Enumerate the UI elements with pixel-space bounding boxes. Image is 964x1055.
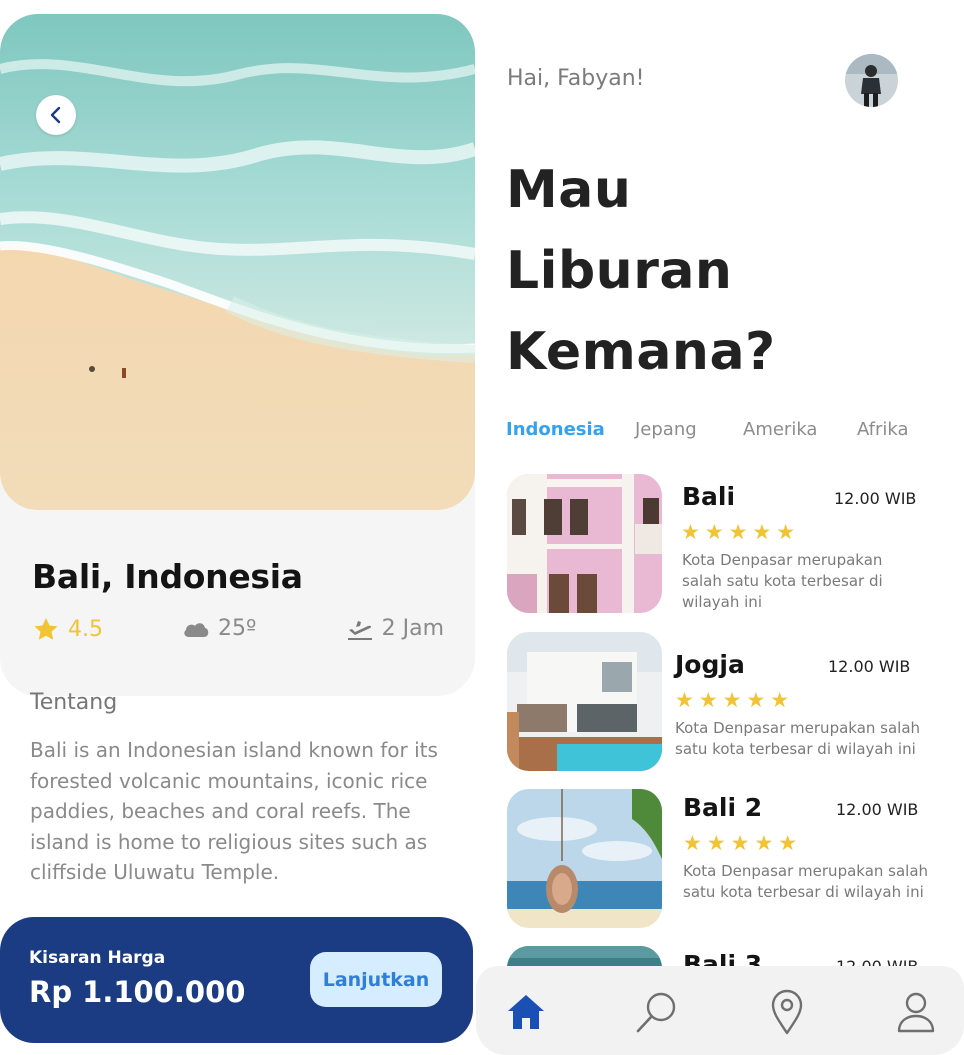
destination-name: Bali 2 (683, 793, 763, 822)
nav-location[interactable] (763, 988, 811, 1036)
country-tabs: Indonesia Jepang Amerika Afrika (506, 419, 926, 445)
destination-detail-screen: Bali, Indonesia 4.5 25º 2 Jam Tentang Ba… (0, 0, 476, 1055)
price-range-label: Kisaran Harga (29, 948, 166, 968)
tab-afrika[interactable]: Afrika (857, 419, 909, 440)
rating-stars: ★★★★★ (681, 520, 801, 544)
search-icon (636, 992, 676, 1033)
headline-line-2: Liburan (506, 241, 733, 301)
price-range-value: Rp 1.100.000 (29, 975, 246, 1009)
destination-time: 12.00 WIB (836, 800, 919, 819)
profile-icon (897, 992, 935, 1033)
price-bar: Kisaran Harga Rp 1.100.000 Lanjutkan (0, 917, 473, 1043)
list-item[interactable]: Bali 2 12.00 WIB ★★★★★ Kota Denpasar mer… (476, 789, 964, 929)
list-item[interactable]: Bali 12.00 WIB ★★★★★ Kota Denpasar merup… (476, 474, 964, 614)
destination-time: 12.00 WIB (828, 657, 911, 676)
destination-name: Bali (682, 482, 736, 511)
tab-amerika[interactable]: Amerika (743, 419, 817, 440)
airplane-takeoff-icon (347, 620, 372, 640)
nav-profile[interactable] (892, 988, 940, 1036)
destination-time: 12.00 WIB (834, 489, 917, 508)
list-item[interactable]: Jogja 12.00 WIB ★★★★★ Kota Denpasar meru… (476, 632, 964, 772)
location-pin-icon (771, 989, 803, 1035)
continue-button[interactable]: Lanjutkan (310, 952, 442, 1007)
greeting: Hai, Fabyan! (507, 66, 645, 91)
chevron-left-icon (50, 106, 61, 124)
temperature-stat: 25º (182, 616, 256, 641)
rating-stat: 4.5 (32, 616, 103, 643)
flight-duration-stat: 2 Jam (346, 616, 444, 641)
destination-thumbnail (507, 474, 662, 613)
nav-home[interactable] (502, 988, 550, 1036)
tab-indonesia[interactable]: Indonesia (506, 419, 605, 440)
destination-time: 12.00 WIB (836, 957, 918, 966)
hero-card: Bali, Indonesia 4.5 25º 2 Jam (0, 14, 475, 696)
bottom-navigation (476, 966, 964, 1055)
about-description: Bali is an Indonesian island known for i… (30, 738, 438, 884)
flight-duration-value: 2 Jam (381, 616, 444, 641)
star-icon (34, 618, 58, 640)
home-screen: Hai, Fabyan! Mau Liburan Kemana? Indones… (476, 0, 964, 1055)
destination-thumbnail (507, 789, 662, 928)
list-item[interactable]: Bali 3 12.00 WIB (476, 946, 964, 966)
destination-thumbnail (507, 632, 662, 771)
avatar[interactable] (845, 54, 898, 107)
rating-stars: ★★★★★ (675, 688, 795, 712)
destination-thumbnail (507, 946, 662, 966)
destination-title: Bali, Indonesia (32, 557, 303, 596)
cloud-icon (184, 622, 209, 637)
home-icon (508, 995, 544, 1029)
destination-list: Bali 12.00 WIB ★★★★★ Kota Denpasar merup… (476, 474, 964, 966)
headline-line-1: Mau (506, 160, 632, 220)
headline: Mau Liburan Kemana? (506, 150, 926, 393)
destination-description: Kota Denpasar merupakan salah satu kota … (675, 719, 921, 758)
rating-stars: ★★★★★ (683, 831, 803, 855)
nav-search[interactable] (633, 988, 681, 1036)
destination-description: Kota Denpasar merupakan salah satu kota … (682, 551, 883, 611)
destination-stats: 4.5 25º 2 Jam (32, 616, 444, 646)
temperature-value: 25º (218, 616, 257, 641)
about-heading: Tentang (30, 690, 118, 715)
destination-description: Kota Denpasar merupakan salah satu kota … (683, 862, 929, 901)
back-button[interactable] (36, 95, 76, 135)
rating-value: 4.5 (68, 617, 103, 642)
destination-name: Jogja (675, 650, 745, 679)
destination-name: Bali 3 (683, 950, 763, 966)
tab-jepang[interactable]: Jepang (635, 419, 697, 440)
headline-line-3: Kemana? (506, 322, 776, 382)
beach-hero-image (0, 14, 475, 510)
